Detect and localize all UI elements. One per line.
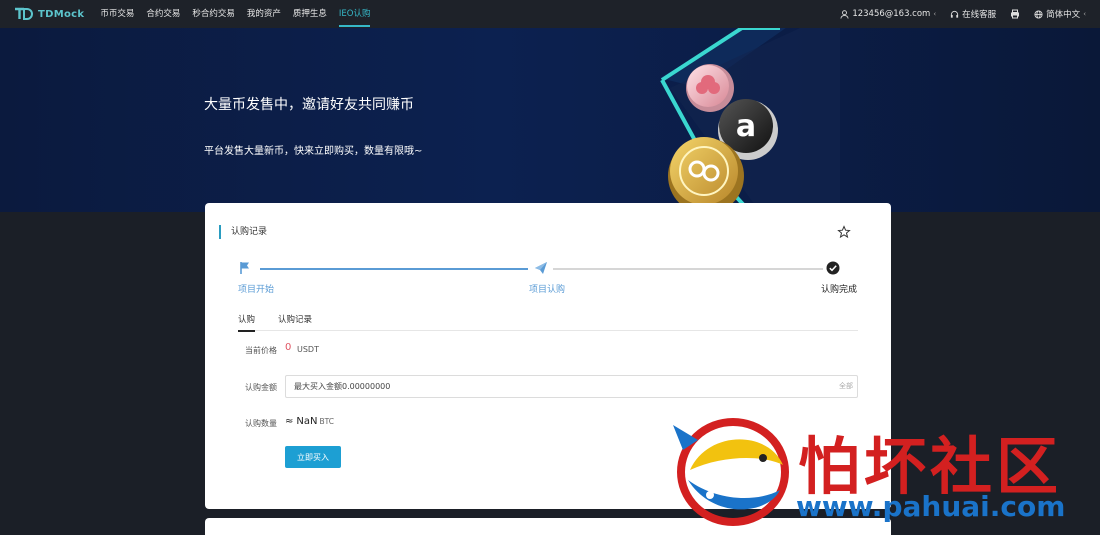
top-navbar: TDMock 币币交易 合约交易 秒合约交易 我的资产 质押生息 IEO认购 1… [0, 0, 1100, 28]
nav-item-second-contract[interactable]: 秒合约交易 [192, 0, 235, 28]
tab-bar: 认购 认购记录 [238, 311, 858, 332]
chevron-left-icon: ‹ [1083, 10, 1086, 18]
user-email: 123456@163.com [852, 9, 931, 19]
qty-approx: ≈ [285, 416, 294, 427]
buy-now-button[interactable]: 立即买入 [285, 446, 341, 468]
step-start: 项目开始 [238, 261, 274, 295]
step-line-pending [553, 268, 823, 270]
nav-item-spot[interactable]: 币币交易 [100, 0, 134, 28]
price-unit: USDT [297, 345, 319, 354]
flag-icon [238, 261, 274, 275]
qty-display: ≈ NaN BTC [285, 416, 334, 427]
user-icon [840, 9, 849, 19]
watermark-url: www.pahuai.com [796, 490, 1066, 523]
amount-placeholder: 最大买入金额0.00000000 [294, 382, 391, 391]
amount-input[interactable]: 最大买入金额0.00000000 全部 [285, 375, 858, 398]
price-label: 当前价格 [245, 346, 277, 355]
fish-logo [673, 418, 789, 526]
hero-banner: 大量币发售中，邀请好友共同赚币 平台发售大量新币，快来立即购买，数量有限哦~ a [0, 28, 1100, 212]
logo-icon [14, 7, 34, 21]
step-subscribe: 项目认购 [529, 261, 565, 295]
step-subscribe-label: 项目认购 [529, 285, 566, 295]
all-button[interactable]: 全部 [839, 376, 853, 397]
star-icon[interactable] [837, 225, 851, 239]
tab-records[interactable]: 认购记录 [278, 313, 312, 330]
support-link[interactable]: 在线客服 [950, 8, 996, 20]
nav-item-ieo[interactable]: IEO认购 [338, 0, 370, 28]
support-label: 在线客服 [962, 10, 997, 20]
qty-value: NaN [296, 416, 318, 427]
tab-subscribe[interactable]: 认购 [238, 313, 256, 332]
language-label: 简体中文 [1046, 10, 1081, 20]
progress-steps: 项目开始 项目认购 认购完成 [238, 261, 858, 301]
language-selector[interactable]: 简体中文 ‹ [1034, 8, 1086, 20]
hero-title: 大量币发售中，邀请好友共同赚币 [204, 97, 414, 113]
logo[interactable]: TDMock [14, 7, 84, 21]
nav-item-contract[interactable]: 合约交易 [146, 0, 180, 28]
qty-unit: BTC [319, 417, 335, 426]
chevron-left-icon: ‹ [933, 10, 937, 18]
qty-label: 认购数量 [245, 419, 277, 428]
price-value: 0 [285, 342, 292, 353]
svg-text:a: a [736, 109, 756, 144]
send-icon [529, 261, 565, 275]
step-line-done [260, 268, 528, 270]
check-circle-icon [821, 261, 857, 275]
amount-label: 认购金额 [245, 383, 277, 392]
card-title: 认购记录 [219, 225, 267, 239]
step-start-label: 项目开始 [238, 285, 275, 295]
nav-item-assets[interactable]: 我的资产 [247, 0, 281, 28]
hero-subtitle: 平台发售大量新币，快来立即购买，数量有限哦~ [204, 146, 423, 157]
globe-icon [1034, 9, 1043, 19]
nav-item-staking[interactable]: 质押生息 [293, 0, 327, 28]
step-complete-label: 认购完成 [821, 285, 858, 295]
watermark: 怕坏社区 www.pahuai.com [668, 410, 1100, 535]
headset-icon [951, 10, 959, 18]
nav-right: 123456@163.com ‹ 在线客服 简体中文 ‹ [840, 8, 1086, 20]
user-menu[interactable]: 123456@163.com ‹ [840, 9, 936, 19]
logo-text: TDMock [38, 8, 85, 20]
printer-icon [1011, 9, 1020, 19]
step-complete: 认购完成 [821, 261, 857, 295]
coins-illustration: a [660, 28, 840, 212]
print-button[interactable] [1010, 9, 1020, 19]
